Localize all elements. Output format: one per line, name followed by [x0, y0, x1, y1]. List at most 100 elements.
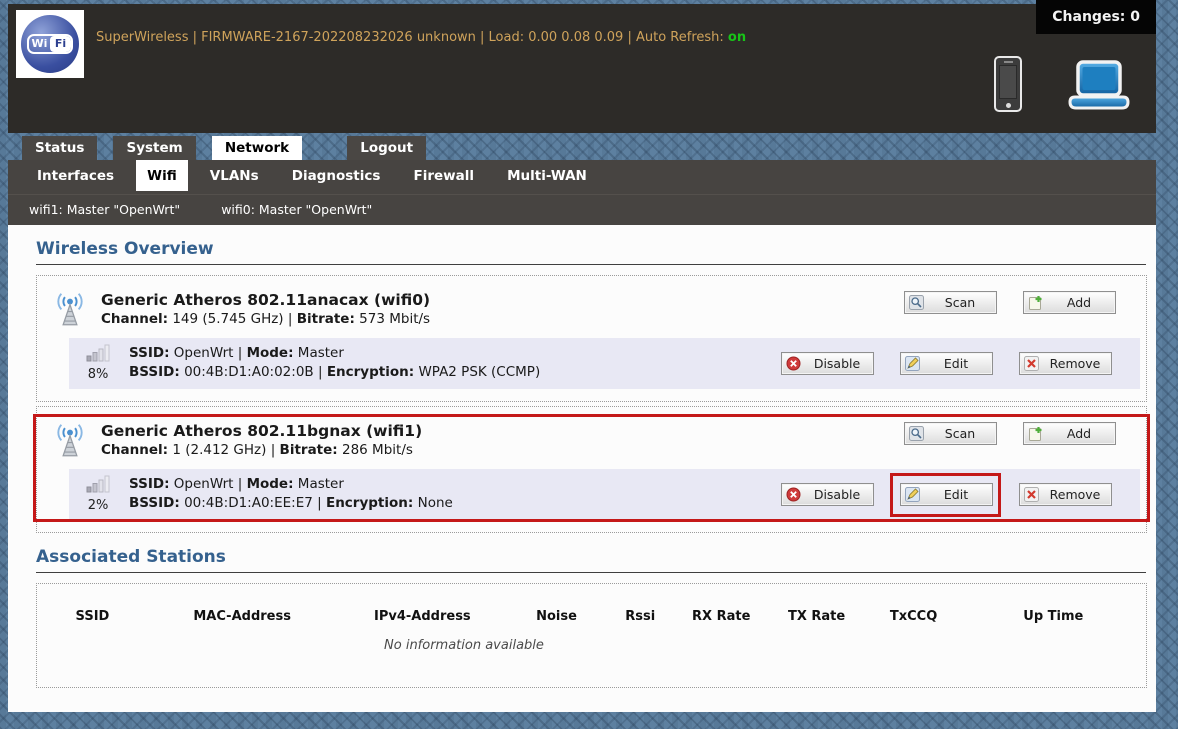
scan-button[interactable]: Scan — [904, 422, 997, 445]
signal-bars-icon — [86, 344, 110, 362]
col-ssid: SSID — [37, 609, 148, 624]
device-name: Generic Atheros 802.11anacax (wifi0) — [101, 291, 430, 309]
separator: | — [288, 311, 297, 327]
subtab-interfaces[interactable]: Interfaces — [26, 160, 125, 191]
subtab-wifi[interactable]: Wifi — [136, 160, 188, 191]
logo-wi-text: Wi — [29, 36, 50, 52]
device-meta: Channel: 1 (2.412 GHz) | Bitrate: 286 Mb… — [101, 442, 422, 458]
subtab-multiwan[interactable]: Multi-WAN — [496, 160, 598, 191]
tab-network[interactable]: Network — [212, 136, 302, 161]
device-row-wifi1: Generic Atheros 802.11bgnax (wifi1) Chan… — [37, 420, 1146, 467]
scan-button[interactable]: Scan — [904, 291, 997, 314]
col-rx-rate: RX Rate — [676, 609, 767, 624]
signal-cell: 8% — [75, 344, 121, 382]
remove-icon — [1024, 356, 1039, 371]
signal-bars-icon — [86, 475, 110, 493]
add-button[interactable]: Add — [1023, 291, 1116, 314]
network-actions: Disable Edit Remove — [781, 352, 1112, 375]
mode-label: Mode: — [247, 345, 294, 361]
encryption-label: Encryption: — [326, 495, 413, 511]
scan-label: Scan — [924, 426, 996, 441]
network-info: SSID: OpenWrt | Mode: Master BSSID: 00:4… — [129, 475, 453, 513]
device-section-wifi1: Generic Atheros 802.11bgnax (wifi1) Chan… — [36, 406, 1147, 533]
edit-button-highlight: Edit — [900, 483, 993, 506]
disable-label: Disable — [801, 487, 873, 502]
ssid-label: SSID: — [129, 476, 169, 492]
wifitab-wifi0[interactable]: wifi0: Master "OpenWrt" — [221, 195, 372, 225]
device-meta: Channel: 149 (5.745 GHz) | Bitrate: 573 … — [101, 311, 430, 327]
col-mac-address: MAC-Address — [148, 609, 337, 624]
tab-logout[interactable]: Logout — [347, 136, 426, 161]
network-row-wifi0: 8% SSID: OpenWrt | Mode: Master BSSID: 0… — [69, 338, 1140, 389]
laptop-icon[interactable] — [1068, 60, 1130, 112]
edit-button[interactable]: Edit — [900, 483, 993, 506]
changes-badge[interactable]: Changes: 0 — [1036, 0, 1156, 34]
separator: | — [318, 364, 327, 380]
smartphone-icon[interactable] — [994, 56, 1022, 112]
edit-label: Edit — [920, 356, 992, 371]
wifi-logo: Wi Fi — [16, 10, 84, 78]
wifitab-wifi1[interactable]: wifi1: Master "OpenWrt" — [29, 195, 180, 225]
bssid-value: 00:4B:D1:A0:02:0B — [184, 364, 314, 380]
disable-label: Disable — [801, 356, 873, 371]
disable-icon — [786, 356, 801, 371]
wireless-overview-heading: Wireless Overview — [36, 239, 1146, 265]
wifi-logo-circle: Wi Fi — [21, 15, 79, 73]
device-row-wifi0: Generic Atheros 802.11anacax (wifi0) Cha… — [37, 289, 1146, 336]
device-info: Generic Atheros 802.11anacax (wifi0) Cha… — [101, 291, 430, 327]
scan-icon — [909, 426, 924, 441]
device-info: Generic Atheros 802.11bgnax (wifi1) Chan… — [101, 422, 422, 458]
ssid-value: OpenWrt — [174, 476, 234, 492]
add-icon — [1028, 295, 1043, 310]
separator: | — [238, 476, 247, 492]
subtab-vlans[interactable]: VLANs — [199, 160, 270, 191]
router-admin-page: Wi Fi SuperWireless | FIRMWARE-2167-2022… — [0, 0, 1178, 729]
radio-antenna-icon — [51, 422, 89, 460]
bitrate-label: Bitrate: — [280, 442, 338, 458]
col-rssi: Rssi — [605, 609, 676, 624]
add-icon — [1028, 426, 1043, 441]
changes-count: 0 — [1130, 9, 1140, 25]
stations-header-row: SSID MAC-Address IPv4-Address Noise Rssi… — [37, 597, 1146, 624]
device-actions: Scan Add — [904, 291, 1116, 314]
subtab-diagnostics[interactable]: Diagnostics — [281, 160, 392, 191]
tab-status[interactable]: Status — [22, 136, 97, 161]
remove-icon — [1024, 487, 1039, 502]
channel-label: Channel: — [101, 311, 168, 327]
bitrate-value: 573 Mbit/s — [359, 311, 430, 327]
disable-button[interactable]: Disable — [781, 483, 874, 506]
mode-value: Master — [298, 345, 344, 361]
col-txccq: TxCCQ — [866, 609, 960, 624]
encryption-label: Encryption: — [327, 364, 414, 380]
signal-percent: 2% — [75, 498, 121, 513]
network-row-wifi1: 2% SSID: OpenWrt | Mode: Master BSSID: 0… — [69, 469, 1140, 520]
remove-button[interactable]: Remove — [1019, 483, 1112, 506]
content-area: Wireless Overview Generic Atheros 802.11… — [8, 225, 1156, 712]
add-label: Add — [1043, 295, 1115, 310]
scan-icon — [909, 295, 924, 310]
subtab-firewall[interactable]: Firewall — [402, 160, 485, 191]
network-info: SSID: OpenWrt | Mode: Master BSSID: 00:4… — [129, 344, 540, 382]
add-button[interactable]: Add — [1023, 422, 1116, 445]
add-label: Add — [1043, 426, 1115, 441]
mode-label: Mode: — [247, 476, 294, 492]
signal-percent: 8% — [75, 367, 121, 382]
remove-button[interactable]: Remove — [1019, 352, 1112, 375]
bssid-label: BSSID: — [129, 364, 180, 380]
device-actions: Scan Add — [904, 422, 1116, 445]
device-name: Generic Atheros 802.11bgnax (wifi1) — [101, 422, 422, 440]
channel-value: 149 (5.745 GHz) — [172, 311, 283, 327]
col-ipv4-address: IPv4-Address — [336, 609, 508, 624]
separator: | — [271, 442, 280, 458]
encryption-value: WPA2 PSK (CCMP) — [418, 364, 540, 380]
bitrate-label: Bitrate: — [297, 311, 355, 327]
tab-system[interactable]: System — [113, 136, 195, 161]
edit-button[interactable]: Edit — [900, 352, 993, 375]
disable-button[interactable]: Disable — [781, 352, 874, 375]
separator: | — [238, 345, 247, 361]
bitrate-value: 286 Mbit/s — [342, 442, 413, 458]
channel-value: 1 (2.412 GHz) — [172, 442, 266, 458]
associated-stations-table: SSID MAC-Address IPv4-Address Noise Rssi… — [36, 583, 1147, 688]
col-up-time: Up Time — [961, 609, 1146, 624]
firmware-info-text: SuperWireless | FIRMWARE-2167-2022082320… — [96, 30, 728, 45]
